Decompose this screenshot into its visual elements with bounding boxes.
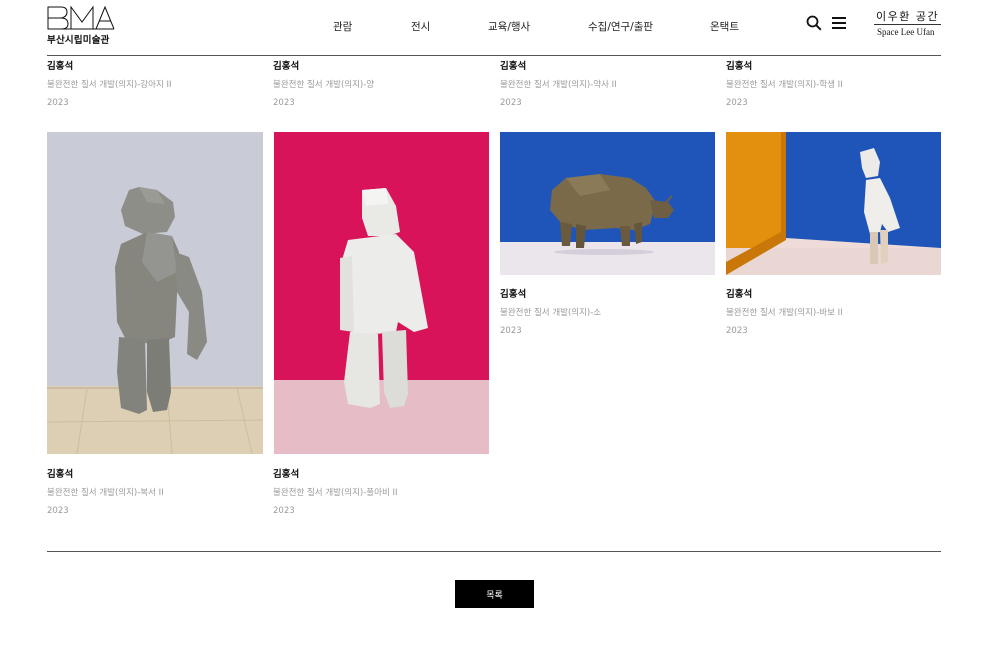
space-lee-ufan-kr: 이우환 공간 [876,10,940,23]
artwork-caption[interactable]: 김홍석 불완전한 질서 개발(의지)-복서 II 2023 [47,469,262,517]
artwork-caption[interactable]: 김홍석 불완전한 질서 개발(의지)-풀아비 II 2023 [273,469,488,517]
main-nav: 관람 전시 교육/행사 수집/연구/출판 온택트 [0,19,1001,35]
artwork-caption[interactable]: 김홍석 불완전한 질서 개발(의지)-바보 II 2023 [726,289,941,337]
artwork-caption[interactable]: 김홍석 불완전한 질서 개발(의지)-강아지 II 2023 [47,61,262,109]
artwork-artist: 김홍석 [500,61,527,72]
artwork-year: 2023 [47,98,69,108]
list-divider [47,551,941,552]
artwork-title: 불완전한 질서 개발(의지)-바보 II [726,308,843,318]
artwork-image-cow[interactable] [500,132,715,275]
artwork-image-fool[interactable] [726,132,941,275]
nav-item-exhibition[interactable]: 전시 [411,19,430,34]
artwork-caption[interactable]: 김홍석 불완전한 질서 개발(의지)-소 2023 [500,289,715,337]
nav-item-collection-research[interactable]: 수집/연구/출판 [588,19,653,34]
artwork-year: 2023 [273,98,295,108]
nav-item-ontact[interactable]: 온택트 [710,19,739,34]
artwork-title: 불완전한 질서 개발(의지)-복서 II [47,488,164,498]
hamburger-menu-icon[interactable] [831,16,847,30]
artwork-year: 2023 [500,326,522,336]
site-header: 부산시립미술관 관람 전시 교육/행사 수집/연구/출판 온택트 이우환 공간 … [0,0,1001,56]
artwork-caption[interactable]: 김홍석 불완전한 질서 개발(의지)-약사 II 2023 [500,61,715,109]
artwork-artist: 김홍석 [726,61,753,72]
artwork-year: 2023 [726,98,748,108]
artwork-title: 불완전한 질서 개발(의지)-약사 II [500,80,617,90]
artwork-artist: 김홍석 [273,61,300,72]
divider [874,24,941,25]
artwork-caption[interactable]: 김홍석 불완전한 질서 개발(의지)-양 2023 [273,61,488,109]
artwork-caption[interactable]: 김홍석 불완전한 질서 개발(의지)-학생 II 2023 [726,61,941,109]
space-lee-ufan-link[interactable]: 이우환 공간 Space Lee Ufan [874,8,942,40]
artwork-artist: 김홍석 [273,469,300,480]
artwork-artist: 김홍석 [726,289,753,300]
search-icon[interactable] [806,15,822,31]
artwork-title: 불완전한 질서 개발(의지)-소 [500,308,602,318]
artwork-image-boxer[interactable] [47,132,263,454]
artwork-year: 2023 [273,506,295,516]
space-lee-ufan-en: Space Lee Ufan [877,27,935,37]
back-to-list-button[interactable]: 목록 [455,580,534,608]
artwork-title: 불완전한 질서 개발(의지)-양 [273,80,375,90]
artwork-artist: 김홍석 [500,289,527,300]
artwork-year: 2023 [47,506,69,516]
artwork-year: 2023 [726,326,748,336]
artwork-artist: 김홍석 [47,61,74,72]
artwork-image-scarecrow[interactable] [274,132,489,454]
artwork-artist: 김홍석 [47,469,74,480]
artwork-title: 불완전한 질서 개발(의지)-풀아비 II [273,488,398,498]
artwork-title: 불완전한 질서 개발(의지)-강아지 II [47,80,172,90]
artwork-year: 2023 [500,98,522,108]
nav-item-education-events[interactable]: 교육/행사 [488,19,530,34]
header-divider [47,55,941,56]
artwork-title: 불완전한 질서 개발(의지)-학생 II [726,80,843,90]
nav-item-visit[interactable]: 관람 [333,19,352,34]
